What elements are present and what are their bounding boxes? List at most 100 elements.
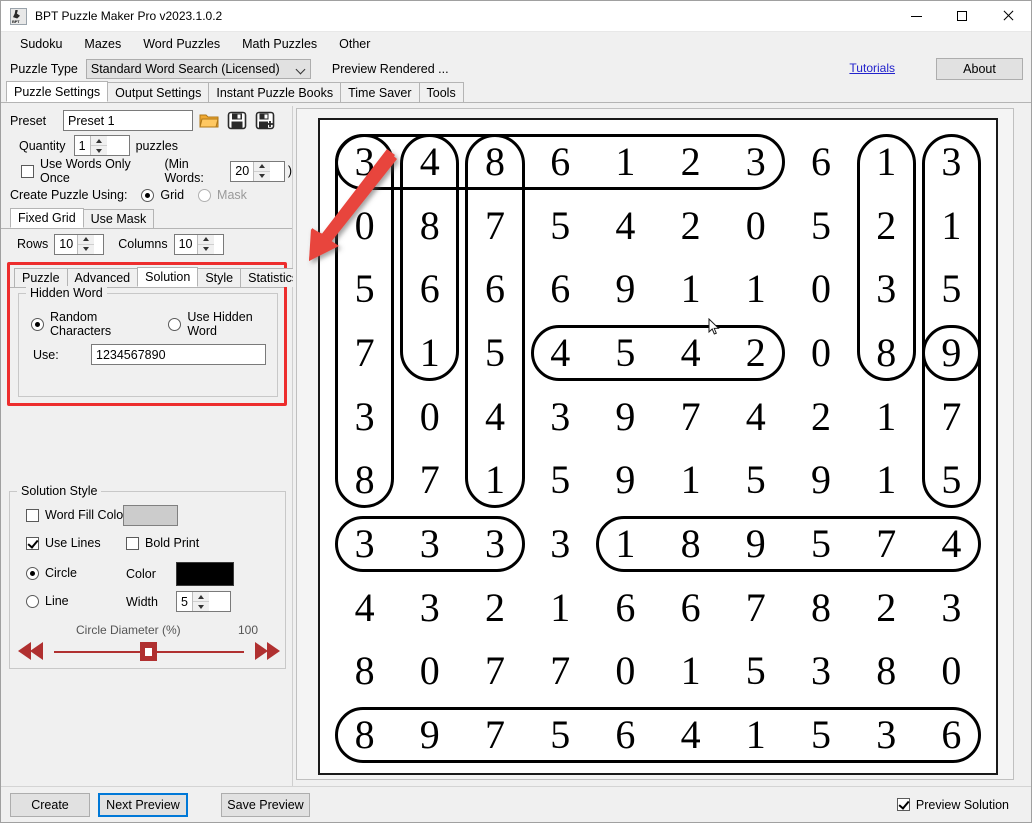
grid-cell[interactable]: 5 xyxy=(788,512,853,576)
quantity-up-icon[interactable] xyxy=(90,136,107,146)
grid-cell[interactable]: 8 xyxy=(462,130,527,194)
grid-cell[interactable]: 5 xyxy=(788,703,853,767)
grid-cell[interactable]: 3 xyxy=(332,130,397,194)
tab-tools[interactable]: Tools xyxy=(418,82,464,102)
grid-cell[interactable]: 8 xyxy=(332,640,397,704)
grid-cell[interactable]: 3 xyxy=(397,576,462,640)
grid-cell[interactable]: 7 xyxy=(854,512,919,576)
save-as-icon[interactable] xyxy=(253,109,277,132)
grid-cell[interactable]: 9 xyxy=(593,385,658,449)
grid-cell[interactable]: 0 xyxy=(332,194,397,258)
tab-fixed-grid[interactable]: Fixed Grid xyxy=(10,208,84,228)
line-radio[interactable] xyxy=(26,594,39,608)
solution-color-swatch[interactable] xyxy=(176,562,234,586)
grid-cell[interactable]: 5 xyxy=(528,703,593,767)
quantity-spin-buttons[interactable] xyxy=(89,136,107,155)
grid-cell[interactable]: 2 xyxy=(788,385,853,449)
grid-cell[interactable]: 9 xyxy=(723,512,788,576)
save-icon[interactable] xyxy=(225,109,249,132)
left-arrow-icon[interactable] xyxy=(30,642,43,660)
grid-cell[interactable]: 1 xyxy=(723,703,788,767)
menu-sudoku[interactable]: Sudoku xyxy=(9,34,73,54)
grid-cell[interactable]: 5 xyxy=(332,257,397,321)
create-button[interactable]: Create xyxy=(10,792,90,817)
grid-cell[interactable]: 6 xyxy=(397,257,462,321)
grid-cell[interactable]: 0 xyxy=(723,194,788,258)
tab-instant-puzzle-books[interactable]: Instant Puzzle Books xyxy=(208,82,342,102)
hidden-word-input[interactable]: 1234567890 xyxy=(91,344,266,365)
grid-cell[interactable]: 3 xyxy=(854,703,919,767)
grid-cell[interactable]: 4 xyxy=(462,385,527,449)
tutorials-link[interactable]: Tutorials xyxy=(849,61,895,75)
grid-cell[interactable]: 1 xyxy=(658,257,723,321)
columns-up-icon[interactable] xyxy=(197,235,214,245)
grid-cell[interactable]: 8 xyxy=(658,512,723,576)
width-stepper[interactable]: 5 xyxy=(176,591,231,612)
create-using-mask-radio[interactable] xyxy=(198,188,212,202)
rows-down-icon[interactable] xyxy=(78,245,94,254)
grid-cell[interactable]: 6 xyxy=(919,703,984,767)
grid-cell[interactable]: 1 xyxy=(593,512,658,576)
grid-cell[interactable]: 3 xyxy=(788,640,853,704)
grid-cell[interactable]: 6 xyxy=(593,576,658,640)
circle-radio[interactable] xyxy=(26,566,39,580)
grid-cell[interactable]: 4 xyxy=(723,385,788,449)
grid-cell[interactable]: 5 xyxy=(723,449,788,513)
min-words-down-icon[interactable] xyxy=(254,172,270,181)
grid-cell[interactable]: 8 xyxy=(332,703,397,767)
grid-cell[interactable]: 1 xyxy=(854,449,919,513)
grid-cell[interactable]: 9 xyxy=(593,257,658,321)
preview-solution-checkbox[interactable] xyxy=(896,798,910,811)
grid-cell[interactable]: 7 xyxy=(462,703,527,767)
grid-cell[interactable]: 6 xyxy=(528,130,593,194)
grid-cell[interactable]: 3 xyxy=(528,385,593,449)
grid-cell[interactable]: 1 xyxy=(723,257,788,321)
word-search-grid[interactable]: 3486123613087542052156669110357154542089… xyxy=(332,130,984,767)
tab-puzzle-settings[interactable]: Puzzle Settings xyxy=(6,81,109,102)
grid-cell[interactable]: 9 xyxy=(919,321,984,385)
maximize-icon[interactable] xyxy=(939,1,985,32)
tab-output-settings[interactable]: Output Settings xyxy=(107,82,210,102)
width-down-icon[interactable] xyxy=(193,602,209,611)
grid-cell[interactable]: 2 xyxy=(854,194,919,258)
width-up-icon[interactable] xyxy=(192,592,209,602)
puzzle-type-combo[interactable]: Standard Word Search (Licensed) xyxy=(85,59,311,79)
grid-cell[interactable]: 2 xyxy=(658,130,723,194)
grid-cell[interactable]: 4 xyxy=(919,512,984,576)
preview-viewport[interactable]: 3486123613087542052156669110357154542089… xyxy=(296,108,1014,780)
tab-time-saver[interactable]: Time Saver xyxy=(340,82,420,102)
grid-cell[interactable]: 3 xyxy=(919,576,984,640)
grid-cell[interactable]: 3 xyxy=(919,130,984,194)
grid-cell[interactable]: 9 xyxy=(593,449,658,513)
min-words-up-icon[interactable] xyxy=(254,162,271,172)
grid-cell[interactable]: 1 xyxy=(593,130,658,194)
grid-cell[interactable]: 0 xyxy=(788,257,853,321)
menu-other[interactable]: Other xyxy=(328,34,381,54)
grid-cell[interactable]: 2 xyxy=(723,321,788,385)
grid-cell[interactable]: 4 xyxy=(593,194,658,258)
rows-spin-buttons[interactable] xyxy=(77,234,95,254)
grid-cell[interactable]: 0 xyxy=(593,640,658,704)
grid-cell[interactable]: 4 xyxy=(332,576,397,640)
tab-solution[interactable]: Solution xyxy=(137,267,199,287)
grid-cell[interactable]: 7 xyxy=(658,385,723,449)
save-preview-button[interactable]: Save Preview xyxy=(221,792,310,817)
grid-cell[interactable]: 3 xyxy=(332,512,397,576)
grid-cell[interactable]: 5 xyxy=(919,257,984,321)
grid-cell[interactable]: 8 xyxy=(397,194,462,258)
grid-cell[interactable]: 7 xyxy=(919,385,984,449)
grid-cell[interactable]: 4 xyxy=(397,130,462,194)
word-fill-color-swatch[interactable] xyxy=(123,505,178,526)
grid-cell[interactable]: 7 xyxy=(332,321,397,385)
double-right-arrow-icon[interactable] xyxy=(267,642,280,660)
grid-cell[interactable]: 2 xyxy=(854,576,919,640)
about-button[interactable]: About xyxy=(936,58,1023,80)
quantity-stepper[interactable]: 1 xyxy=(73,135,130,156)
bold-print-checkbox[interactable] xyxy=(126,536,139,550)
width-spin-buttons[interactable] xyxy=(191,592,209,611)
grid-cell[interactable]: 5 xyxy=(528,449,593,513)
grid-cell[interactable]: 0 xyxy=(919,640,984,704)
min-words-spin-buttons[interactable] xyxy=(253,161,271,181)
grid-cell[interactable]: 7 xyxy=(462,640,527,704)
grid-cell[interactable]: 5 xyxy=(593,321,658,385)
